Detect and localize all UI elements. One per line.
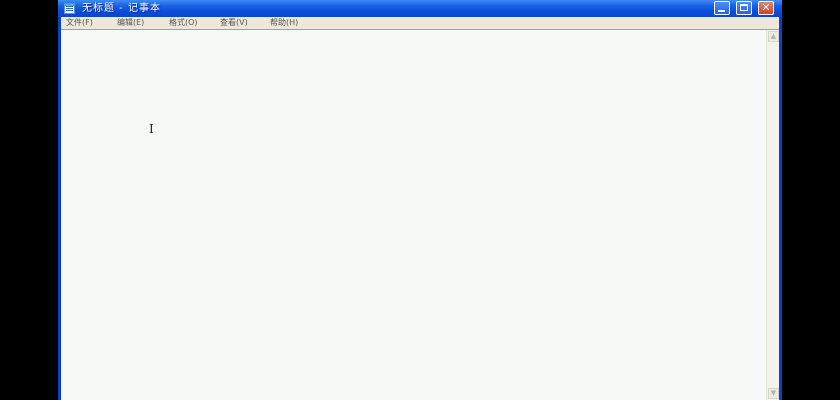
minimize-button[interactable] <box>714 1 730 15</box>
notepad-icon[interactable] <box>64 3 75 14</box>
maximize-icon <box>740 4 748 11</box>
maximize-button[interactable] <box>736 1 752 15</box>
menu-view[interactable]: 查看(V) <box>220 17 248 29</box>
close-icon: ✕ <box>761 1 771 14</box>
minimize-icon <box>718 10 725 12</box>
menu-help[interactable]: 帮助(H) <box>270 17 298 29</box>
text-editor-area[interactable]: I ▲ ▼ <box>61 29 779 400</box>
title-bar[interactable]: 无标题 - 记事本 ✕ <box>58 0 782 17</box>
notepad-window: 无标题 - 记事本 ✕ 文件(F) 编辑(E) 格式(O) 查看(V) 帮助(H… <box>58 0 782 400</box>
window-title: 无标题 - 记事本 <box>82 3 161 14</box>
scroll-down-icon[interactable]: ▼ <box>768 388 779 399</box>
menu-edit[interactable]: 编辑(E) <box>117 17 144 29</box>
menu-format[interactable]: 格式(O) <box>169 17 198 29</box>
scroll-up-icon[interactable]: ▲ <box>768 31 779 42</box>
close-button[interactable]: ✕ <box>758 1 774 15</box>
menu-file[interactable]: 文件(F) <box>66 17 93 29</box>
menu-bar: 文件(F) 编辑(E) 格式(O) 查看(V) 帮助(H) <box>61 17 779 29</box>
vertical-scrollbar[interactable]: ▲ ▼ <box>766 30 779 400</box>
text-cursor-icon: I <box>149 122 154 136</box>
